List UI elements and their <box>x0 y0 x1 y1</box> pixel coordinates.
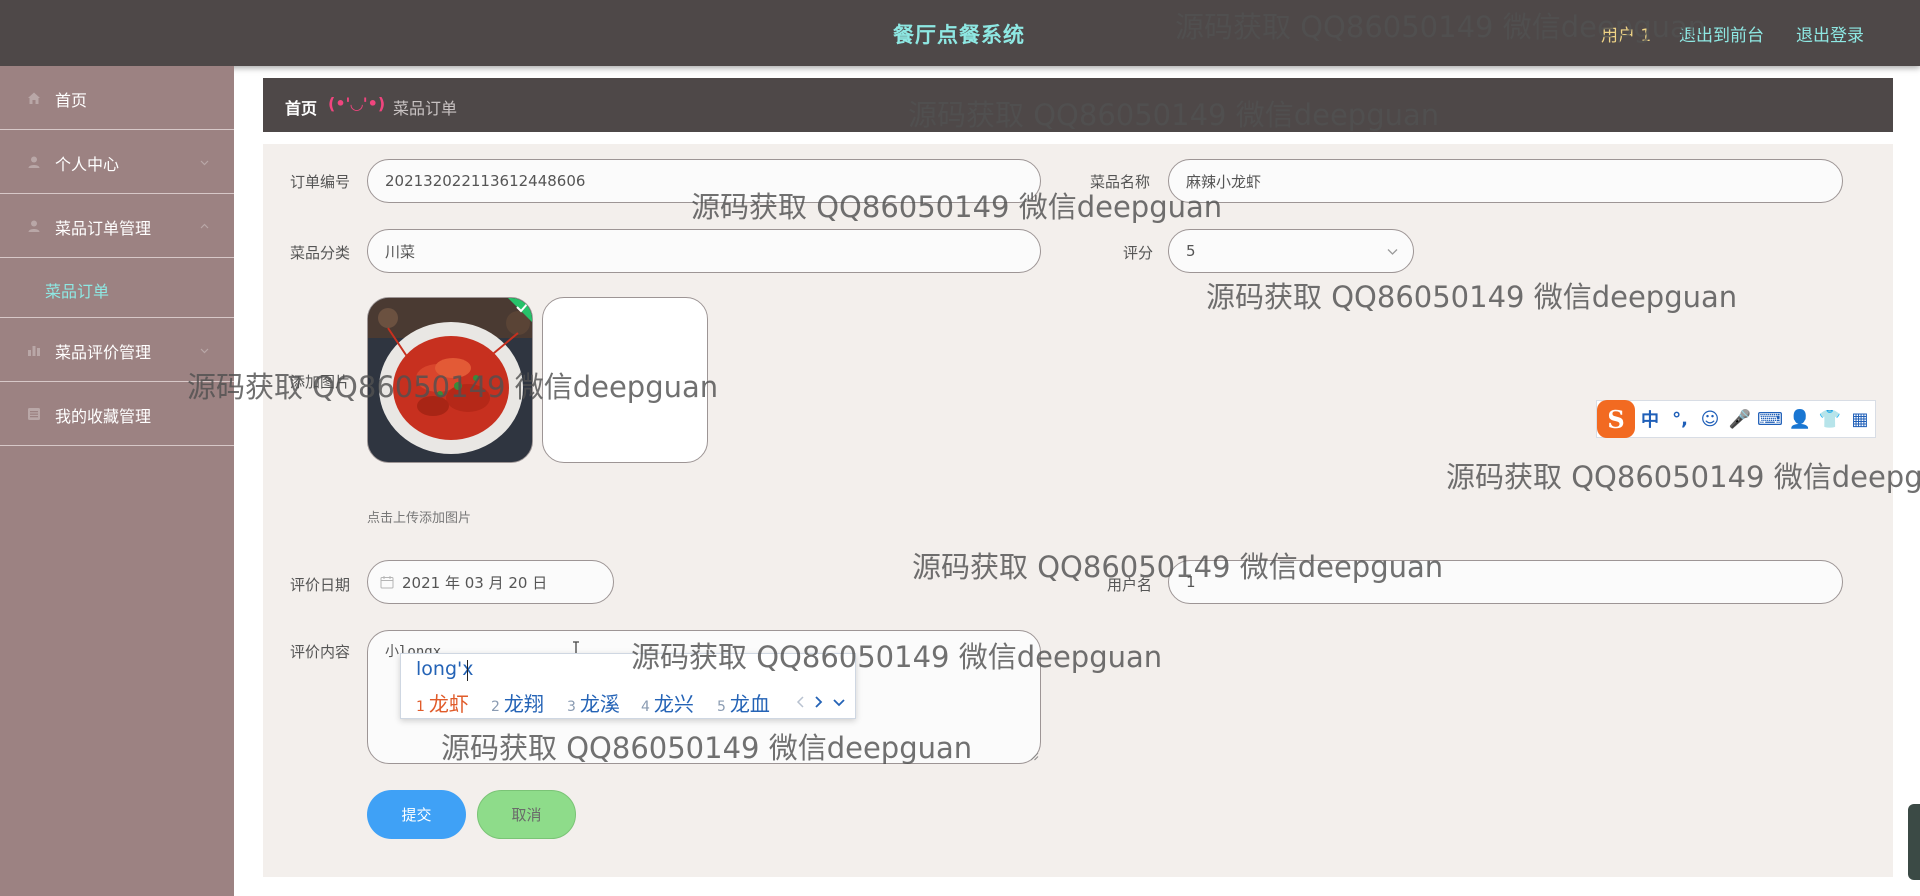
breadcrumb: 首页 (•'◡'•) 菜品订单 <box>263 78 1893 132</box>
submit-button[interactable]: 提交 <box>367 790 466 839</box>
list-icon <box>28 408 40 420</box>
bar-chart-icon <box>28 346 40 356</box>
order-no-label: 订单编号 <box>290 173 351 191</box>
sidebar-item-dish-review-management[interactable]: 菜品评价管理 <box>0 318 234 382</box>
account-icon[interactable]: 👤 <box>1785 404 1815 434</box>
ime-candidate-1[interactable]: 1 龙虾 <box>416 688 469 717</box>
sidebar: 首页 个人中心 菜品订单管理 菜品订单 菜品评价管理 我的收藏管理 <box>0 66 234 896</box>
user-icon <box>28 220 40 232</box>
crayfish-dish-image <box>368 298 532 462</box>
calendar-icon <box>380 576 394 589</box>
category-field[interactable]: 川菜 <box>367 229 1041 273</box>
category-label: 菜品分类 <box>290 244 351 262</box>
username-value: 1 <box>1186 573 1196 591</box>
microphone-icon[interactable]: 🎤 <box>1725 404 1755 434</box>
chevron-up-icon <box>200 223 209 229</box>
ime-next-page-icon[interactable] <box>814 696 823 708</box>
ime-candidate-4[interactable]: 4 龙兴 <box>641 688 694 717</box>
sidebar-item-label: 菜品订单 <box>45 282 110 301</box>
ime-expand-icon[interactable] <box>833 698 845 707</box>
sidebar-item-personal-center[interactable]: 个人中心 <box>0 130 234 194</box>
dish-image-thumbnail[interactable] <box>367 297 533 463</box>
ime-candidate-5[interactable]: 5 龙血 <box>717 688 770 717</box>
emoji-icon[interactable]: ☺ <box>1695 404 1725 434</box>
eval-date-value: 2021 年 03 月 20 日 <box>402 573 548 592</box>
category-value: 川菜 <box>385 242 416 261</box>
ime-caret <box>467 660 468 681</box>
current-user-label: 用户 1 <box>1601 26 1652 46</box>
app-title: 餐厅点餐系统 <box>893 23 1025 47</box>
top-bar: 餐厅点餐系统 用户 1 退出到前台 退出登录 <box>0 0 1920 66</box>
side-widget[interactable] <box>1908 804 1920 880</box>
image-label: 添加图片 <box>290 373 351 391</box>
keyboard-icon[interactable]: ⌨ <box>1755 404 1785 434</box>
image-upload-slot[interactable] <box>542 297 708 463</box>
home-icon <box>28 92 40 104</box>
toolbox-icon[interactable]: ▦ <box>1845 404 1875 434</box>
chevron-down-icon <box>200 348 209 354</box>
punctuation-icon[interactable]: °, <box>1665 404 1695 434</box>
breadcrumb-current: 菜品订单 <box>393 99 458 118</box>
order-no-value: 202132022113612448606 <box>385 172 586 190</box>
user-icon <box>28 156 40 168</box>
ime-candidate-2[interactable]: 2 龙翔 <box>491 688 544 717</box>
skin-icon[interactable]: 👕 <box>1815 404 1845 434</box>
sidebar-item-label: 菜品订单管理 <box>55 219 152 238</box>
resize-handle-icon[interactable] <box>1030 752 1039 761</box>
chevron-down-icon <box>1387 249 1398 255</box>
content-label: 评价内容 <box>290 643 351 661</box>
ime-candidate-window: long'x 1 龙虾 2 龙翔 3 龙溪 4 龙兴 5 龙血 <box>400 653 856 719</box>
sidebar-subitem-dish-order[interactable]: 菜品订单 <box>0 258 234 318</box>
ime-composition: long'x <box>416 658 474 680</box>
breadcrumb-separator: (•'◡'•) <box>328 94 386 113</box>
sidebar-item-dish-order-management[interactable]: 菜品订单管理 <box>0 194 234 258</box>
ime-candidate-3[interactable]: 3 龙溪 <box>567 688 620 717</box>
sidebar-item-label: 我的收藏管理 <box>55 407 152 426</box>
eval-date-label: 评价日期 <box>290 576 351 594</box>
rating-value: 5 <box>1186 242 1196 260</box>
dish-name-label: 菜品名称 <box>1090 173 1151 191</box>
sidebar-item-label: 首页 <box>55 91 88 110</box>
dish-name-value: 麻辣小龙虾 <box>1186 172 1262 191</box>
chevron-down-icon <box>200 160 209 166</box>
sidebar-item-home[interactable]: 首页 <box>0 66 234 130</box>
eval-date-field[interactable]: 2021 年 03 月 20 日 <box>367 560 614 604</box>
chinese-mode-icon[interactable]: 中 <box>1635 404 1665 434</box>
sogou-logo-icon[interactable]: S <box>1597 400 1635 438</box>
ime-prev-page-icon[interactable] <box>796 696 805 708</box>
sidebar-item-label: 个人中心 <box>55 155 120 174</box>
ime-toolbar: S 中 °, ☺ 🎤 ⌨ 👤 👕 ▦ <box>1596 400 1876 438</box>
sidebar-item-my-favorites-management[interactable]: 我的收藏管理 <box>0 382 234 446</box>
order-no-field[interactable]: 202132022113612448606 <box>367 159 1041 203</box>
logout-link[interactable]: 退出登录 <box>1796 21 1864 46</box>
dish-name-field[interactable]: 麻辣小龙虾 <box>1168 159 1843 203</box>
username-label: 用户名 <box>1107 576 1153 594</box>
rating-select[interactable]: 5 <box>1168 229 1414 273</box>
rating-label: 评分 <box>1123 244 1154 262</box>
sidebar-item-label: 菜品评价管理 <box>55 343 152 362</box>
username-field[interactable]: 1 <box>1168 560 1843 604</box>
back-to-frontend-link[interactable]: 退出到前台 <box>1679 21 1764 46</box>
cancel-button[interactable]: 取消 <box>477 790 576 839</box>
upload-hint: 点击上传添加图片 <box>367 511 472 526</box>
breadcrumb-home[interactable]: 首页 <box>285 95 317 119</box>
